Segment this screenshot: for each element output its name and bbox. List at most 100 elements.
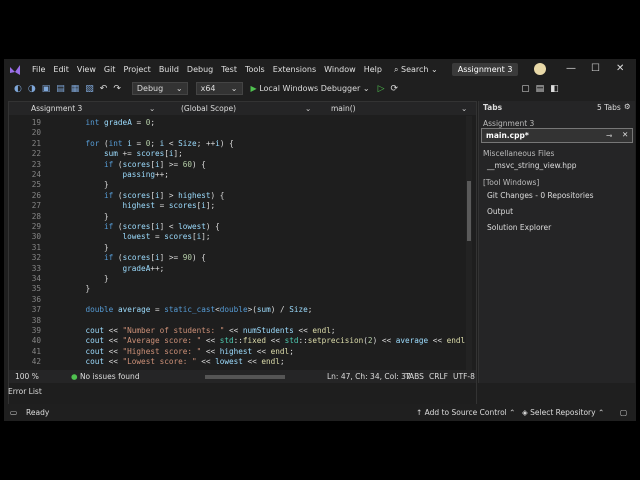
- code-line[interactable]: if (scores[i] > highest) {: [67, 191, 224, 200]
- panel-title: Tabs: [483, 103, 503, 112]
- scrollbar-thumb[interactable]: [467, 181, 471, 241]
- code-line[interactable]: if (scores[i] >= 90) {: [67, 253, 206, 262]
- scope-dropdown[interactable]: (Global Scope): [181, 104, 236, 113]
- horizontal-scrollbar[interactable]: [205, 375, 285, 379]
- menu-item-project[interactable]: Project: [123, 65, 150, 74]
- ide-window: File Edit View Git Project Build Debug Test Tool…: [4, 59, 636, 421]
- code-line[interactable]: sum += scores[i];: [67, 149, 183, 158]
- status-bar: ▭ Ready ↑ Add to Source Control ⌃ ◈ Sele…: [4, 404, 636, 421]
- undo-icon[interactable]: ↶: [100, 84, 108, 94]
- start-without-debugging-icon[interactable]: ▷: [378, 84, 385, 94]
- line-number: 36: [31, 294, 41, 304]
- close-icon[interactable]: ✕: [616, 63, 624, 74]
- chevron-down-icon: ⌄: [149, 104, 156, 113]
- pin-icon[interactable]: ⊸: [606, 131, 612, 140]
- code-line[interactable]: cout << "Average score: " << std::fixed …: [67, 336, 469, 345]
- tab-item-label: main.cpp*: [486, 131, 529, 140]
- error-list-tab[interactable]: Error List: [8, 387, 42, 396]
- repository-button[interactable]: ◈ Select Repository ⌃: [522, 408, 604, 417]
- tab-item-active[interactable]: main.cpp* ⊸ ✕: [481, 128, 633, 143]
- platform-select[interactable]: x64 ⌄: [195, 82, 243, 95]
- menu-item-debug[interactable]: Debug: [187, 65, 213, 74]
- menu-item-view[interactable]: View: [77, 65, 96, 74]
- code-line[interactable]: passing++;: [67, 170, 169, 179]
- save-all-icon[interactable]: ▧: [85, 84, 94, 94]
- forward-icon[interactable]: ◑: [28, 84, 36, 94]
- code-line[interactable]: }: [67, 180, 109, 189]
- menu-item-window[interactable]: Window: [324, 65, 356, 74]
- member-dropdown[interactable]: main(): [331, 104, 356, 113]
- run-label: Local Windows Debugger: [259, 84, 361, 93]
- tab-item[interactable]: Git Changes - 0 Repositories: [487, 191, 594, 200]
- line-number: 25: [31, 180, 41, 190]
- project-title: Assignment 3: [451, 63, 519, 76]
- gear-icon[interactable]: ⚙: [624, 102, 631, 111]
- menu-item-test[interactable]: Test: [221, 65, 237, 74]
- code-line[interactable]: cout << "Number of students: " << numStu…: [67, 326, 336, 335]
- code-line[interactable]: if (scores[i] >= 60) {: [67, 160, 206, 169]
- tabs-panel: Tabs 5 Tabs ⚙ Assignment 3 main.cpp* ⊸ ✕…: [478, 101, 635, 383]
- editor-status-bar: 100 % ● No issues found Ln: 47, Ch: 34, …: [9, 370, 476, 383]
- toolbar-extra-icon-3[interactable]: ◧: [550, 84, 559, 94]
- menu-item-extensions[interactable]: Extensions: [273, 65, 316, 74]
- new-item-icon[interactable]: ▣: [42, 84, 51, 94]
- tab-count: 5 Tabs: [597, 103, 621, 112]
- code-line[interactable]: highest = scores[i];: [67, 201, 216, 210]
- search-button[interactable]: ⌕ Search ⌄: [394, 65, 438, 75]
- save-icon[interactable]: ▦: [71, 84, 80, 94]
- menu-item-git[interactable]: Git: [104, 65, 116, 74]
- notifications-icon[interactable]: ▢: [620, 408, 627, 417]
- code-line[interactable]: for (int i = 0; i < Size; ++i) {: [67, 139, 234, 148]
- code-line[interactable]: cout << "Highest score: " << highest << …: [67, 347, 294, 356]
- zoom-level[interactable]: 100 %: [15, 372, 39, 381]
- refresh-icon[interactable]: ⟳: [391, 84, 399, 94]
- minimize-icon[interactable]: —: [566, 63, 576, 74]
- code-line[interactable]: }: [67, 243, 109, 252]
- menu-item-tools[interactable]: Tools: [245, 65, 265, 74]
- tab-item[interactable]: Solution Explorer: [487, 223, 551, 232]
- issues-status[interactable]: ● No issues found: [71, 372, 140, 381]
- code-line[interactable]: }: [67, 274, 109, 283]
- code-line[interactable]: double average = static_cast<double>(sum…: [67, 305, 313, 314]
- menu-item-file[interactable]: File: [32, 65, 45, 74]
- line-number: 40: [31, 336, 41, 346]
- code-line[interactable]: }: [67, 284, 91, 293]
- tab-item[interactable]: __msvc_string_view.hpp: [487, 161, 577, 170]
- code-line[interactable]: lowest = scores[i];: [67, 232, 211, 241]
- source-control-button[interactable]: ↑ Add to Source Control ⌃: [416, 408, 515, 417]
- tab-item[interactable]: Output: [487, 207, 513, 216]
- line-number: 42: [31, 357, 41, 367]
- close-icon[interactable]: ✕: [622, 130, 628, 139]
- menu-item-help[interactable]: Help: [364, 65, 382, 74]
- window-icon[interactable]: ▭: [10, 408, 17, 417]
- indent-mode[interactable]: TABS: [405, 372, 424, 381]
- toolbar-extra-icon-2[interactable]: ▤: [536, 84, 545, 94]
- encoding[interactable]: UTF-8: [453, 372, 475, 381]
- line-number: 29: [31, 222, 41, 231]
- cursor-position[interactable]: Ln: 47, Ch: 34, Col: 37: [327, 372, 411, 381]
- line-number: 38: [31, 315, 41, 325]
- menu-item-build[interactable]: Build: [159, 65, 179, 74]
- code-line[interactable]: int gradeA = 0;: [67, 118, 155, 127]
- platform-value: x64: [200, 84, 216, 93]
- play-icon: ▶: [250, 84, 257, 93]
- code-line[interactable]: if (scores[i] < lowest) {: [67, 222, 220, 231]
- maximize-icon[interactable]: ☐: [591, 63, 600, 74]
- line-number: 23: [31, 159, 41, 169]
- code-line[interactable]: gradeA++;: [67, 264, 165, 273]
- redo-icon[interactable]: ↷: [113, 84, 121, 94]
- menu-item-edit[interactable]: Edit: [53, 65, 69, 74]
- back-icon[interactable]: ◐: [14, 84, 22, 94]
- code-area[interactable]: 19 int gradeA = 0; 20 21 for (int i = 0; i…: [9, 116, 469, 370]
- open-icon[interactable]: ▤: [56, 84, 65, 94]
- code-line[interactable]: }: [67, 212, 109, 221]
- vertical-scrollbar[interactable]: [466, 116, 472, 370]
- code-line[interactable]: cout << "Lowest score: " << lowest << en…: [67, 357, 285, 366]
- start-debugging-button[interactable]: ▶ Local Windows Debugger ⌄: [251, 84, 370, 93]
- toolbar: ◐ ◑ ▣ ▤ ▦ ▧ ↶ ↷ Debug ⌄ x64 ⌄ ▶ Local Wi…: [4, 80, 636, 97]
- project-dropdown[interactable]: Assignment 3: [31, 104, 82, 113]
- configuration-select[interactable]: Debug ⌄: [131, 82, 188, 95]
- toolbar-extra-icon[interactable]: ▢: [521, 84, 530, 94]
- avatar[interactable]: [534, 63, 546, 75]
- line-ending[interactable]: CRLF: [429, 372, 448, 381]
